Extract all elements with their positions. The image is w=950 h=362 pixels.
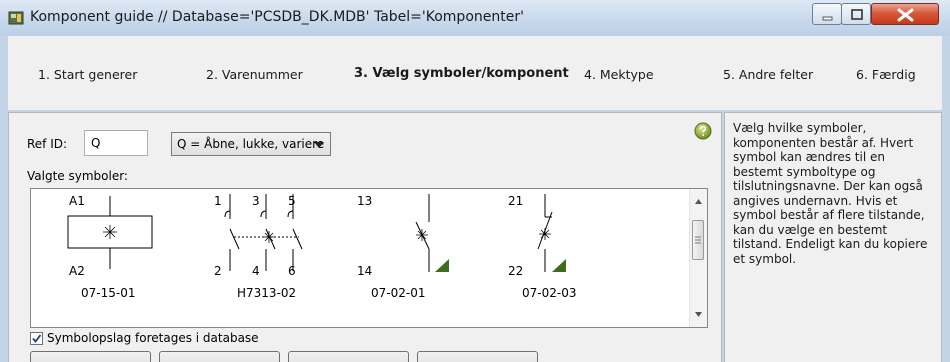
app-icon	[8, 11, 24, 25]
scroll-down-icon[interactable]	[690, 306, 707, 323]
grip-icon	[695, 236, 701, 244]
maximize-icon	[851, 9, 863, 20]
pin-label: 5	[288, 194, 296, 208]
step-andre-felter[interactable]: 5. Andre felter	[723, 67, 813, 82]
step-varenummer[interactable]: 2. Varenummer	[206, 67, 303, 82]
selected-symbols-label: Valgte symboler:	[27, 169, 128, 183]
symbol-contact-no[interactable]: 13 14 07-02-01	[357, 194, 449, 300]
pin-label: 1	[214, 194, 222, 208]
minimize-button[interactable]	[812, 3, 842, 25]
db-lookup-checkbox[interactable]	[30, 332, 43, 345]
symbol-canvas: A1 A2 07-15-01 1 3 5 2 4 6 H7313-02 13 1…	[67, 194, 576, 300]
contact-marker	[435, 259, 449, 272]
vertical-scrollbar[interactable]	[689, 189, 707, 327]
help-text: Vælg hvilke symboler, komponenten består…	[733, 121, 928, 266]
step-vaelg-symboler[interactable]: 3. Vælg symboler/komponent	[354, 66, 569, 81]
pin-label: 21	[508, 194, 523, 208]
title-bar[interactable]: Komponent guide // Database='PCSDB_DK.MD…	[0, 0, 950, 36]
step-mektype[interactable]: 4. Mektype	[584, 67, 654, 82]
pin-label: 6	[288, 264, 296, 278]
pin-label: 2	[214, 264, 222, 278]
chevron-down-icon	[314, 142, 324, 148]
pin-label: 22	[508, 264, 523, 278]
window-title: Komponent guide // Database='PCSDB_DK.MD…	[30, 9, 524, 25]
symbol-list[interactable]: A1 A2 07-15-01 1 3 5 2 4 6 H7313-02 13 1…	[30, 188, 708, 328]
symbol-coil[interactable]: A1 A2 07-15-01	[67, 194, 153, 300]
symbol-name: H7313-02	[237, 286, 296, 300]
action-button-3[interactable]	[288, 351, 409, 362]
pin-label: 14	[357, 264, 372, 278]
action-button-4[interactable]	[417, 351, 538, 362]
close-button[interactable]	[871, 3, 939, 25]
pin-label: 4	[252, 264, 260, 278]
symbol-contact-nc[interactable]: 21 22 07-02-03	[508, 194, 576, 300]
contact-marker	[552, 259, 566, 272]
minimize-icon	[822, 16, 833, 21]
checkmark-icon	[32, 334, 42, 343]
action-button-2[interactable]	[159, 351, 280, 362]
symbol-name: 07-15-01	[81, 286, 135, 300]
symbol-breaker[interactable]: 1 3 5 2 4 6 H7313-02	[214, 194, 303, 300]
window: Komponent guide // Database='PCSDB_DK.MD…	[0, 0, 950, 362]
scroll-up-icon[interactable]	[690, 193, 707, 210]
wizard-steps: 1. Start generer 2. Varenummer 3. Vælg s…	[8, 36, 942, 110]
ref-id-input[interactable]	[84, 130, 148, 156]
pin-label: A1	[69, 194, 85, 208]
category-select[interactable]: Q = Åbne, lukke, variere	[171, 132, 331, 156]
maximize-button[interactable]	[841, 3, 871, 25]
category-select-value: Q = Åbne, lukke, variere	[177, 137, 325, 151]
scrollbar-thumb[interactable]	[692, 220, 704, 260]
ref-id-label: Ref ID:	[27, 137, 68, 151]
step-faerdig[interactable]: 6. Færdig	[856, 67, 916, 82]
pin-label: A2	[69, 264, 85, 278]
symbol-name: 07-02-03	[522, 286, 576, 300]
action-button-1[interactable]	[30, 351, 151, 362]
symbol-name: 07-02-01	[371, 286, 425, 300]
pin-label: 13	[357, 194, 372, 208]
pin-label: 3	[252, 194, 260, 208]
help-panel: Vælg hvilke symboler, komponenten består…	[724, 112, 942, 362]
db-lookup-label: Symbolopslag foretages i database	[47, 331, 259, 345]
help-icon[interactable]	[694, 122, 712, 140]
step-start-generer[interactable]: 1. Start generer	[38, 67, 137, 82]
close-icon	[897, 8, 914, 22]
